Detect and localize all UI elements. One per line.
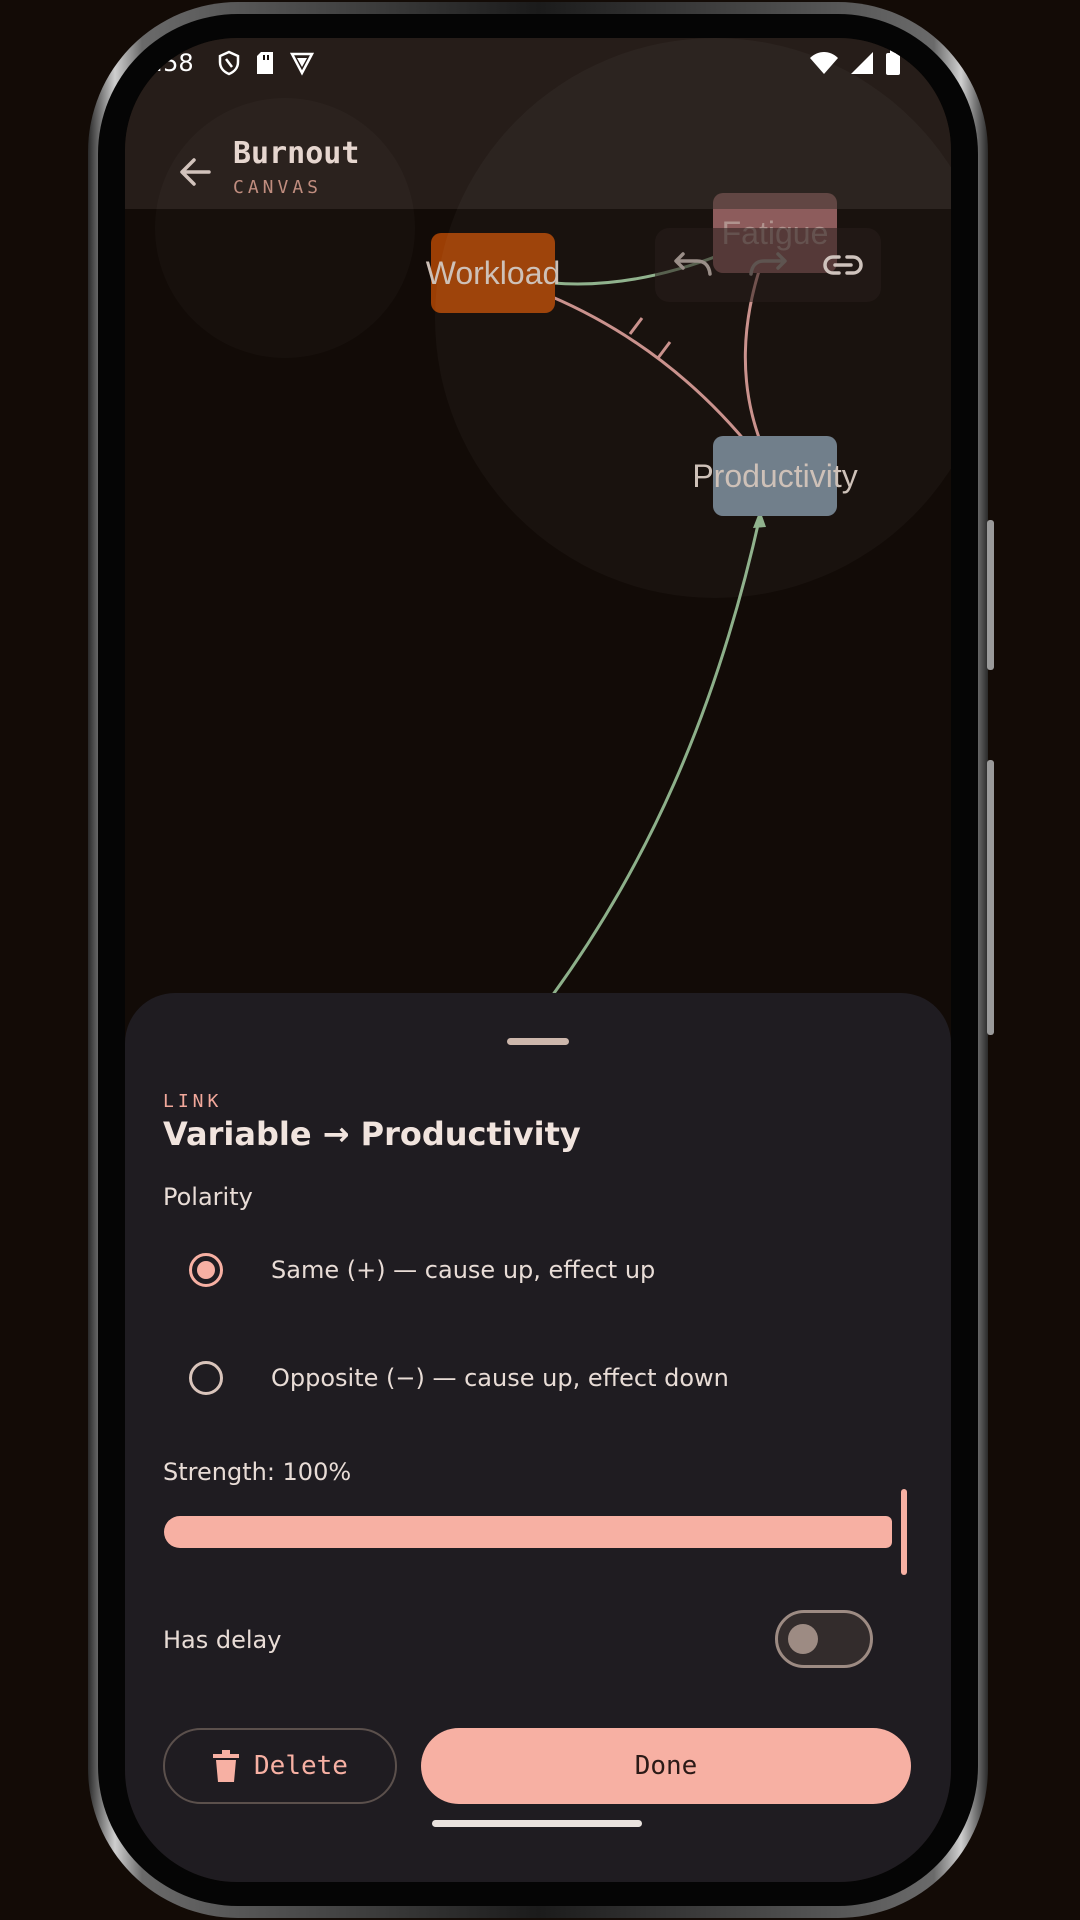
delay-label: Has delay	[163, 1626, 282, 1654]
undo-button[interactable]	[665, 237, 721, 293]
back-button[interactable]	[167, 144, 223, 200]
toggle-knob	[788, 1624, 818, 1654]
battery-icon	[886, 50, 900, 75]
home-indicator[interactable]	[432, 1820, 642, 1827]
power-button	[987, 760, 994, 1035]
strength-slider[interactable]	[162, 1489, 912, 1579]
vpn-icon	[289, 52, 315, 76]
volume-button	[987, 520, 994, 670]
done-button[interactable]: Done	[421, 1728, 911, 1804]
arrow-left-icon	[180, 158, 211, 186]
slider-thumb[interactable]	[901, 1489, 907, 1575]
signal-icon	[851, 52, 873, 74]
radio-opposite[interactable]	[189, 1361, 223, 1395]
shield-icon	[218, 50, 240, 76]
page-subtitle: CANVAS	[233, 177, 323, 198]
redo-button[interactable]	[740, 237, 796, 293]
polarity-label: Polarity	[163, 1183, 253, 1211]
strength-label: Strength: 100%	[163, 1458, 352, 1486]
status-time: :58	[155, 49, 194, 77]
status-icons-right	[809, 50, 901, 76]
slider-fill	[164, 1516, 892, 1548]
sheet-heading: Variable → Productivity	[163, 1115, 581, 1153]
sheet-overline: LINK	[163, 1091, 223, 1112]
delay-toggle[interactable]	[775, 1610, 873, 1668]
sd-card-icon	[257, 52, 273, 74]
trash-icon	[213, 1750, 240, 1782]
link-bottom-sheet: LINK Variable → Productivity Polarity Sa…	[125, 993, 951, 1882]
wifi-icon	[810, 52, 838, 74]
delete-button[interactable]: Delete	[163, 1728, 397, 1804]
undo-icon	[673, 252, 712, 276]
status-icons-left	[217, 50, 315, 76]
done-label: Done	[634, 1751, 698, 1781]
top-app-bar: :58 Burnout CANVAS	[125, 38, 951, 209]
page-title: Burnout	[233, 136, 360, 171]
radio-same[interactable]	[189, 1253, 223, 1287]
canvas-toolbar	[655, 228, 881, 302]
screen: Workload Productivity Fatigue :58 Burnou…	[125, 38, 951, 1882]
polarity-option-same[interactable]: Same (+) — cause up, effect up	[163, 1225, 913, 1315]
polarity-option-label: Opposite (−) — cause up, effect down	[271, 1364, 729, 1392]
polarity-option-opposite[interactable]: Opposite (−) — cause up, effect down	[163, 1333, 913, 1423]
polarity-option-label: Same (+) — cause up, effect up	[271, 1256, 656, 1284]
delete-label: Delete	[254, 1751, 348, 1781]
link-button[interactable]	[815, 237, 871, 293]
redo-icon	[749, 252, 787, 276]
link-icon	[823, 255, 864, 275]
drag-handle[interactable]	[507, 1038, 569, 1045]
